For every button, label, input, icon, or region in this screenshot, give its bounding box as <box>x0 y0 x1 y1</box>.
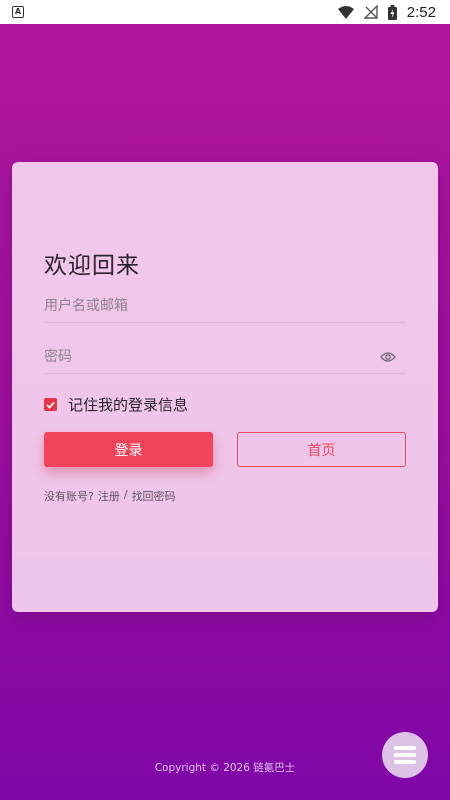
status-right: 2:52 <box>337 3 436 21</box>
forgot-password-link[interactable]: 找回密码 <box>132 488 176 504</box>
account-links: 没有账号? 注册 / 找回密码 <box>44 488 176 504</box>
battery-charging-icon <box>387 4 397 20</box>
link-separator: / <box>123 488 128 501</box>
page-title: 欢迎回来 <box>44 253 140 279</box>
no-account-text: 没有账号? <box>44 490 94 503</box>
status-time: 2:52 <box>406 3 436 21</box>
login-card: 欢迎回来 记住我的登录信息 登录 首页 没有账号? 注册 / 找回 <box>12 162 438 612</box>
remember-label: 记住我的登录信息 <box>68 396 189 414</box>
menu-fab-button[interactable] <box>382 732 428 778</box>
eye-icon[interactable] <box>380 351 396 363</box>
wifi-icon <box>337 5 354 19</box>
check-icon <box>46 401 55 409</box>
username-input[interactable] <box>44 294 364 318</box>
remember-me: 记住我的登录信息 <box>44 394 188 415</box>
status-bar: A 2:52 <box>0 0 450 24</box>
login-screen: A 2:52 欢迎回来 用户名或邮箱 记住我的登录信息 登录 首页 没有账号? … <box>0 0 450 800</box>
no-signal-icon <box>363 5 378 19</box>
register-link[interactable]: 注册 <box>98 488 120 504</box>
status-left: A <box>12 6 24 18</box>
remember-checkbox[interactable] <box>44 398 57 411</box>
password-input[interactable] <box>44 345 364 369</box>
menu-icon <box>394 746 416 764</box>
username-field <box>44 292 406 323</box>
app-notification-icon: A <box>12 6 24 18</box>
login-button[interactable]: 登录 <box>44 432 213 467</box>
home-button[interactable]: 首页 <box>237 432 406 467</box>
password-field <box>44 343 406 374</box>
